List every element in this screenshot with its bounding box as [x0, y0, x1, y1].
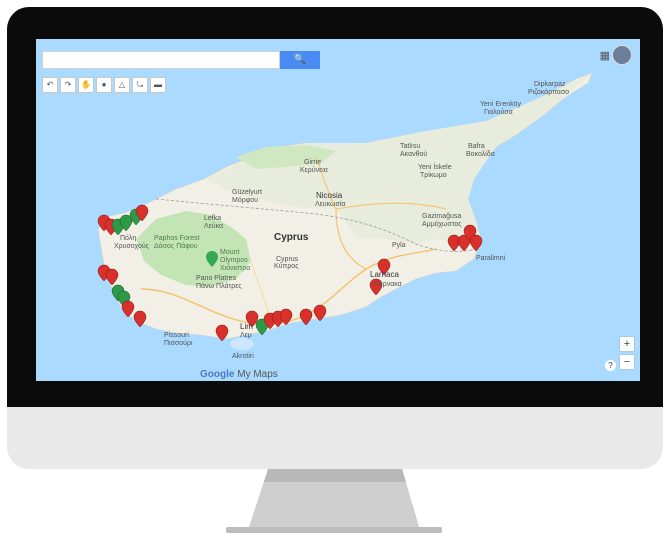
map-toolbar: ↶ ↷ ✋ ● △ ⤿ ▬ [42, 77, 166, 93]
zoom-out-button[interactable]: − [620, 355, 634, 369]
label-guzelyurt-gr: Μόρφου [232, 197, 258, 204]
label-dipkarpaz: Dipkarpaz [534, 81, 566, 88]
label-pano-platres-gr: Πάνω Πλάτρες [196, 283, 242, 290]
label-gazimagusa: Gazimağusa [422, 213, 462, 220]
label-yeni-iskele-gr: Τρίκωμο [420, 172, 447, 179]
ruler-icon[interactable]: ▬ [150, 77, 166, 93]
zoom-in-button[interactable]: + [620, 337, 634, 351]
label-gazimagusa-gr: Αμμόχωστος [422, 221, 462, 228]
label-olympos-gr: Χιόνιστρα [220, 265, 251, 272]
marker-icon[interactable]: ● [96, 77, 112, 93]
help-button[interactable]: ? [605, 360, 616, 371]
my-maps-label: My Maps [237, 369, 278, 380]
label-mount: Mount [220, 249, 240, 256]
monitor: Cyprus Cyprus Κύπρος Nicosia Λευκωσία Pa… [7, 7, 663, 469]
label-cyprus-center-gr: Κύπρος [274, 263, 299, 270]
label-lefka-gr: Λεύκα [204, 223, 224, 230]
label-pano-platres: Pano Platres [196, 275, 237, 282]
map-screen[interactable]: Cyprus Cyprus Κύπρος Nicosia Λευκωσία Pa… [36, 39, 640, 381]
google-logo: Google [200, 369, 235, 380]
label-larnaca: Larnaca [370, 270, 399, 279]
label-tatlisu-gr: Ακανθού [400, 151, 428, 158]
label-limassol: Lim [240, 322, 253, 331]
hand-icon[interactable]: ✋ [78, 77, 94, 93]
label-nicosia: Nicosia [316, 191, 343, 200]
label-pissouri: Pissouri [164, 332, 189, 339]
label-cyprus: Cyprus [274, 232, 309, 243]
label-girne: Girne [304, 159, 322, 166]
search-icon: 🔍 [293, 54, 307, 65]
label-yeni-erenkoy: Yeni Erenköy [480, 101, 521, 108]
route-icon[interactable]: ⤿ [132, 77, 148, 93]
label-guzelyurt: Güzelyurt [232, 189, 262, 196]
label-polis: Πόλη [120, 235, 137, 242]
label-nicosia-gr: Λευκωσία [315, 201, 346, 208]
apps-grid-icon[interactable]: ▦ [600, 49, 610, 62]
search-button[interactable]: 🔍 [280, 51, 320, 69]
label-lefka: Lefka [204, 215, 222, 222]
label-girne-gr: Κερύνεια [300, 167, 328, 174]
label-limassol-gr: Λεμ [240, 332, 252, 339]
label-paphos-forest: Paphos Forest [154, 235, 200, 242]
avatar[interactable] [612, 45, 632, 65]
label-akrotiri: Akrotiri [232, 353, 254, 360]
label-bafra-gr: Βοκολίδα [466, 151, 495, 158]
google-my-maps-attribution: Google My Maps [200, 369, 278, 380]
redo-icon[interactable]: ↷ [60, 77, 76, 93]
undo-icon[interactable]: ↶ [42, 77, 58, 93]
label-yeni-erenkoy-gr: Γιαλούσα [484, 109, 513, 116]
label-yeni-iskele: Yeni İskele [418, 164, 452, 171]
search-input[interactable] [42, 51, 280, 69]
label-pyla: Pyla [392, 242, 406, 249]
label-polis-2: Χρυσοχούς [114, 243, 150, 250]
polygon-icon[interactable]: △ [114, 77, 130, 93]
label-bafra: Bafra [468, 143, 485, 150]
label-paralimni: Paralimni [476, 255, 506, 262]
label-paphos-forest-gr: Δάσος Πάφου [154, 243, 198, 250]
label-pissouri-gr: Πισσούρι [164, 340, 193, 347]
label-dipkarpaz-gr: Ριζοκάρπασο [528, 89, 570, 96]
monitor-chin [7, 407, 663, 469]
label-larnaca-gr: Λάρνακα [374, 281, 402, 288]
label-olympos: Olympos [220, 257, 248, 264]
label-tatlisu: Tatlısu [400, 143, 421, 150]
